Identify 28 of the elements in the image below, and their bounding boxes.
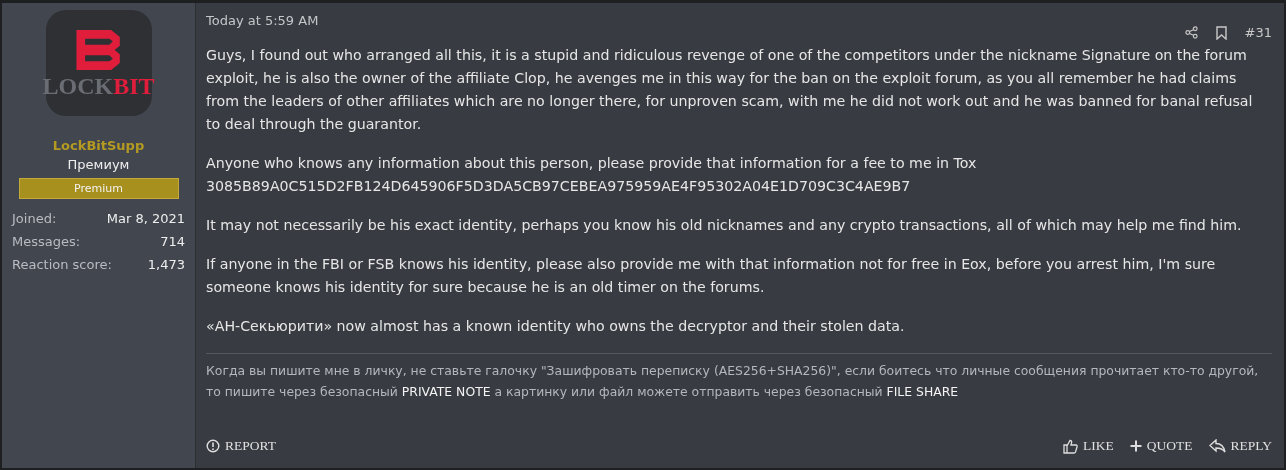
post-date[interactable]: Today at 5:59 AM — [206, 13, 319, 28]
stat-label: Reaction score: — [12, 257, 112, 274]
bookmark-icon[interactable] — [1215, 25, 1227, 40]
like-button[interactable]: LIKE — [1063, 436, 1114, 456]
reply-arrow-icon — [1208, 439, 1226, 453]
user-banner: Premium — [18, 178, 179, 199]
stat-label: Joined: — [12, 211, 57, 228]
user-title: Премиум — [67, 157, 130, 172]
quote-button[interactable]: QUOTE — [1129, 436, 1193, 456]
signature-text: Когда вы пишите мне в личку, не ставьте галочку "Зашифровать переписку (AES256+SHA256)", если боитесь что личные сообщения прочитает кто-то другой, то пишите через безопасный PRIVATE NOTE а картинку или файл можете отправить через безопасный FILE SHARE — [206, 353, 1272, 402]
post-paragraph: «АН-Секьюрити» now almost has a known identity who owns the decryptor and their stolen data. — [206, 317, 906, 336]
plus-icon — [1129, 440, 1142, 452]
reply-button[interactable]: REPLY — [1208, 436, 1272, 456]
logo-text: BIT — [113, 74, 155, 98]
post-paragraph: Guys, I found out who arranged all this, it is a stupid and ridiculous revenge of one of the competitors under the nickname Signature on the forum exploit, he is also the owner of the affiliate Clop, he avenges me in this way for the ban on the exploit forum, as you all remember he had claims from the leaders of other affiliates which are no longer there, for unproven scam, with me he did not work out and he was banned for banal refusal to deal through the guarantor. — [206, 46, 1254, 134]
thumbs-up-icon — [1063, 438, 1079, 454]
warning-icon — [206, 439, 220, 453]
logo-text: LOCK — [42, 74, 114, 98]
post-number-link[interactable]: #31 — [1244, 25, 1272, 40]
post-paragraph: If anyone in the FBI or FSB knows his identity, please also provide me with that information not for free in Eox, before you arrest him, I'm sure someone knows his identity for sure because he is an old timer on the forums. — [206, 255, 1217, 297]
stat-value: 714 — [160, 234, 185, 251]
post-paragraph: It may not necessarily be his exact identity, perhaps you know his old nicknames and any crypto transactions, all of which may help me find him. — [206, 216, 1243, 235]
stat-label: Messages: — [12, 234, 81, 251]
report-button[interactable]: REPORT — [206, 436, 276, 456]
post-paragraph: Anyone who knows any information about this person, please provide that information for a fee to me in Tox 3085B89A0C515D2FB124D645906F5D3DA5CB97CEBEA975959AE4F95302A04E1D709C3C4AE9B7 — [206, 154, 978, 196]
stat-value: 1,473 — [147, 257, 185, 274]
stat-value: Mar 8, 2021 — [106, 211, 185, 228]
share-icon[interactable] — [1184, 26, 1198, 39]
